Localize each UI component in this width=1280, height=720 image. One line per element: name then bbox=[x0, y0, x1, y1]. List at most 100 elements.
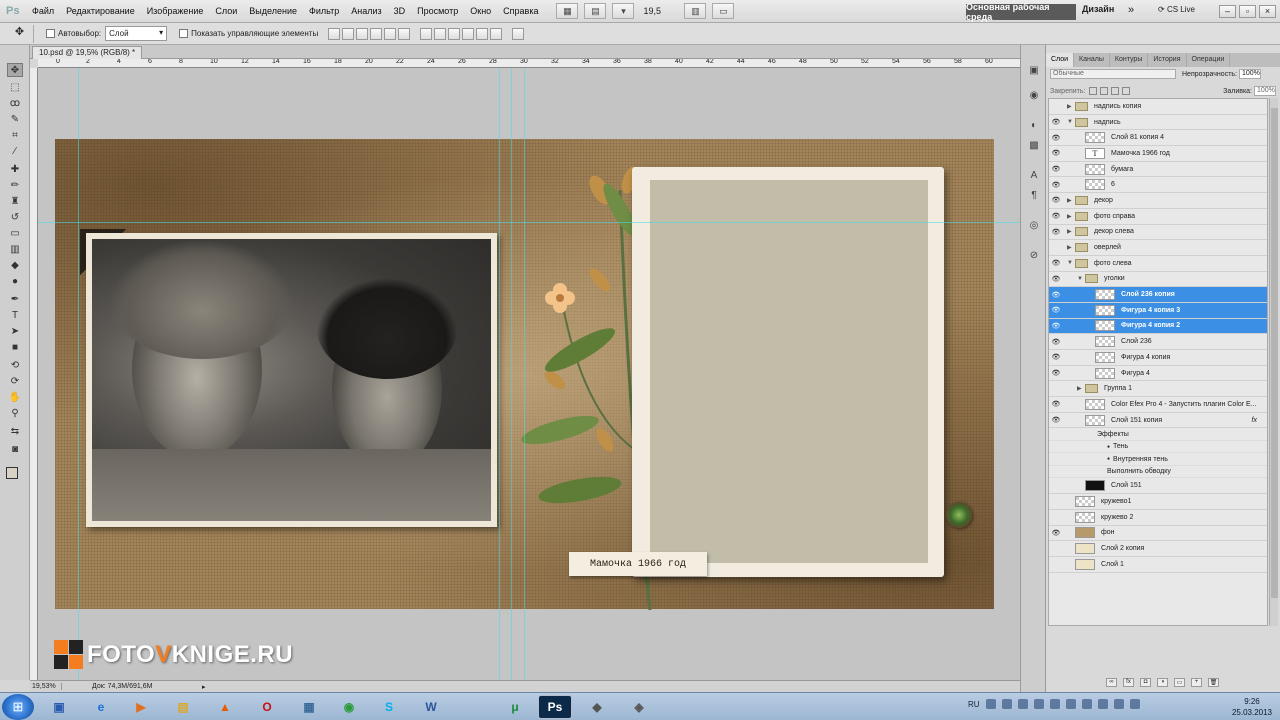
expand-toggle-icon[interactable]: ▶ bbox=[1067, 197, 1075, 204]
blur-tool-icon[interactable]: ◆ bbox=[7, 259, 23, 273]
visibility-eye-icon[interactable]: 👁 bbox=[1049, 338, 1063, 346]
delete-layer-icon[interactable]: 🗑 bbox=[1208, 678, 1219, 687]
layer-group-row[interactable]: ▶ надпись копия bbox=[1049, 99, 1267, 115]
layer-name[interactable]: Слой 1 bbox=[1101, 561, 1124, 568]
clock[interactable]: 9:26 25.03.2013 bbox=[1232, 696, 1272, 718]
styles-icon[interactable]: ▩ bbox=[1027, 140, 1041, 154]
layer-effect-row[interactable]: Эффекты bbox=[1049, 428, 1267, 441]
mini-bridge-icon[interactable]: ▤ bbox=[584, 3, 607, 19]
layer-row[interactable]: Слой 2 копия bbox=[1049, 541, 1267, 557]
more-workspaces-button[interactable]: » bbox=[1128, 4, 1134, 16]
tab-layers[interactable]: Слои bbox=[1046, 53, 1075, 67]
layer-name[interactable]: Группа 1 bbox=[1104, 385, 1132, 392]
marquee-tool-icon[interactable]: ⬚ bbox=[7, 81, 23, 95]
crop-tool-icon[interactable]: ⌗ bbox=[7, 129, 23, 143]
pen-tool-icon[interactable]: ✒ bbox=[7, 293, 23, 307]
layer-effect-row[interactable]: ● Внутренняя тень bbox=[1049, 453, 1267, 466]
layer-name[interactable]: Слой 151 копия bbox=[1111, 417, 1162, 424]
layer-group-row[interactable]: ▶ оверлей bbox=[1049, 240, 1267, 256]
expand-toggle-icon[interactable]: ▶ bbox=[1067, 244, 1075, 251]
layer-group-row[interactable]: ▶ Группа 1 bbox=[1049, 381, 1267, 398]
expand-toggle-icon[interactable]: ▼ bbox=[1067, 260, 1075, 266]
distribute-top-icon[interactable] bbox=[420, 27, 433, 40]
cs-live-button[interactable]: ⟳ CS Live bbox=[1158, 5, 1195, 14]
menu-file[interactable]: Файл bbox=[26, 0, 60, 23]
taskbar-torrent-icon[interactable]: μ bbox=[498, 695, 532, 719]
screen-mode-icon[interactable]: ▭ bbox=[712, 3, 735, 19]
dodge-tool-icon[interactable]: ● bbox=[7, 275, 23, 289]
tray-icon[interactable] bbox=[985, 699, 996, 709]
align-vcenter-icon[interactable] bbox=[342, 27, 355, 40]
distribute-vcenter-icon[interactable] bbox=[434, 27, 447, 40]
adjustment-layer-icon[interactable]: ◑ bbox=[1157, 678, 1168, 687]
guide-line[interactable] bbox=[524, 68, 525, 680]
align-left-icon[interactable] bbox=[370, 27, 383, 40]
eraser-tool-icon[interactable]: ▭ bbox=[7, 227, 23, 241]
workspace-button[interactable]: Основная рабочая среда bbox=[966, 2, 1076, 22]
foreground-color-swatch[interactable] bbox=[6, 467, 18, 479]
taskbar-photoshop-icon[interactable]: Ps bbox=[538, 695, 572, 719]
volume-icon[interactable] bbox=[1113, 699, 1124, 709]
zoom-status[interactable]: 19,53% bbox=[30, 683, 62, 690]
tab-actions[interactable]: Операции bbox=[1187, 53, 1231, 67]
layer-name[interactable]: Слой 151 bbox=[1111, 482, 1142, 489]
visibility-eye-icon[interactable]: 👁 bbox=[1049, 212, 1063, 220]
show-controls-checkbox[interactable] bbox=[179, 29, 189, 38]
stamp-tool-icon[interactable]: ♜ bbox=[7, 195, 23, 209]
taskbar-ie-icon[interactable]: e bbox=[84, 695, 118, 719]
tray-icon[interactable] bbox=[1033, 699, 1044, 709]
layer-name[interactable]: Color Efex Pro 4 - Запустить плагин Colo… bbox=[1111, 401, 1257, 408]
visibility-eye-icon[interactable]: 👁 bbox=[1049, 322, 1063, 330]
document-tab[interactable]: 10.psd @ 19,5% (RGB/8) * bbox=[32, 46, 143, 59]
layer-group-row[interactable]: 👁 ▼ фото слева bbox=[1049, 256, 1267, 272]
layer-name[interactable]: Фигура 4 bbox=[1121, 370, 1150, 377]
photo-left[interactable] bbox=[86, 233, 497, 527]
layer-group-row[interactable]: 👁 ▶ декор слева bbox=[1049, 225, 1267, 241]
move-tool-icon[interactable]: ✥ bbox=[7, 63, 23, 77]
taskbar-skype-icon[interactable]: S bbox=[372, 695, 406, 719]
layer-row[interactable]: Слой 151 bbox=[1049, 478, 1267, 495]
layer-row[interactable]: 👁 Color Efex Pro 4 - Запустить плагин Col… bbox=[1049, 397, 1267, 413]
visibility-eye-icon[interactable]: 👁 bbox=[1049, 165, 1063, 173]
visibility-eye-icon[interactable]: 👁 bbox=[1049, 400, 1063, 408]
menu-view[interactable]: Просмотр bbox=[411, 0, 464, 23]
layer-name[interactable]: Слой 2 копия bbox=[1101, 545, 1144, 552]
layer-fx-badge[interactable]: fx bbox=[1252, 417, 1257, 424]
layer-row[interactable]: 👁 Слой 236 bbox=[1049, 334, 1267, 350]
layer-name[interactable]: надпись копия bbox=[1094, 103, 1141, 110]
guide-line[interactable] bbox=[499, 68, 500, 680]
layer-group-row[interactable]: 👁 ▼ уголки bbox=[1049, 272, 1267, 288]
layer-name[interactable]: оверлей bbox=[1094, 244, 1121, 251]
caption-tag[interactable]: Мамочка 1966 год bbox=[569, 552, 707, 576]
layer-row[interactable]: 👁 фон bbox=[1049, 526, 1267, 542]
layer-row[interactable]: 👁 Фигура 4 копия bbox=[1049, 350, 1267, 366]
minimize-button[interactable]: – bbox=[1219, 5, 1236, 18]
tray-icon[interactable] bbox=[1017, 699, 1028, 709]
blend-mode-select[interactable]: Обычные bbox=[1050, 69, 1176, 79]
start-button[interactable]: ⊞ bbox=[2, 694, 34, 720]
taskbar-opera-icon[interactable]: O bbox=[250, 695, 284, 719]
layer-name[interactable]: фото справа bbox=[1094, 213, 1135, 220]
tray-icon[interactable] bbox=[1065, 699, 1076, 709]
menu-help[interactable]: Справка bbox=[497, 0, 544, 23]
layer-name[interactable]: надпись bbox=[1094, 119, 1121, 126]
layer-name[interactable]: бумага bbox=[1111, 166, 1133, 173]
history-brush-tool-icon[interactable]: ↺ bbox=[7, 211, 23, 225]
expand-toggle-icon[interactable]: ▼ bbox=[1077, 276, 1085, 282]
tray-icon[interactable] bbox=[1081, 699, 1092, 709]
layer-row[interactable]: Слой 1 bbox=[1049, 557, 1267, 573]
layer-row[interactable]: кружево1 bbox=[1049, 494, 1267, 510]
taskbar-vlc-icon[interactable]: ▲ bbox=[208, 695, 242, 719]
layer-row[interactable]: 👁 Слой 81 копия 4 bbox=[1049, 130, 1267, 147]
visibility-eye-icon[interactable]: 👁 bbox=[1049, 149, 1063, 157]
quick-mask-icon[interactable]: ◙ bbox=[7, 443, 23, 457]
layer-name[interactable]: Слой 236 bbox=[1121, 338, 1152, 345]
visibility-eye-icon[interactable]: 👁 bbox=[1049, 416, 1063, 424]
visibility-eye-icon[interactable]: 👁 bbox=[1049, 369, 1063, 377]
fill-input[interactable]: 100% bbox=[1254, 86, 1276, 96]
visibility-eye-icon[interactable]: 👁 bbox=[1049, 181, 1063, 189]
guide-line[interactable] bbox=[78, 68, 79, 680]
visibility-eye-icon[interactable]: 👁 bbox=[1049, 259, 1063, 267]
layer-group-row[interactable]: 👁 ▼ надпись bbox=[1049, 115, 1267, 131]
visibility-eye-icon[interactable]: 👁 bbox=[1049, 275, 1063, 283]
